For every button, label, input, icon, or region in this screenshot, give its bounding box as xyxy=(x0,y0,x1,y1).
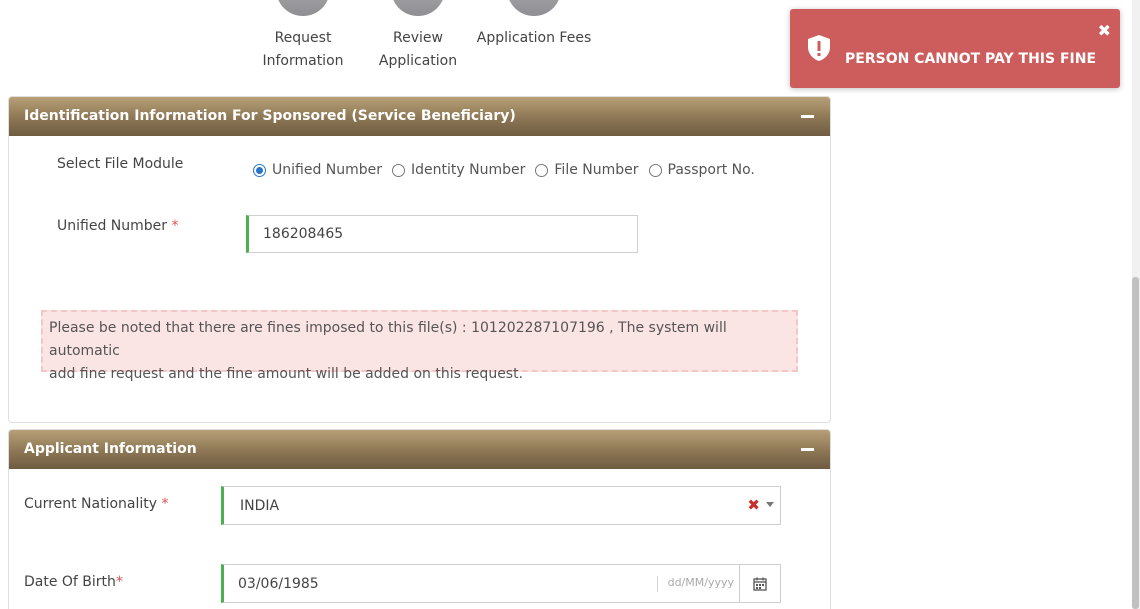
dob-label-text: Date Of Birth xyxy=(24,574,116,590)
step-label-line1: Review xyxy=(393,30,443,46)
radio-passport-no[interactable] xyxy=(648,163,662,177)
notice-line2: add fine request and the fine amount wil… xyxy=(49,366,524,382)
unified-number-label-text: Unified Number xyxy=(57,218,168,234)
collapse-minus-icon[interactable] xyxy=(801,448,814,451)
close-icon[interactable]: ✖ xyxy=(1098,23,1111,39)
dob-placeholder: dd/MM/yyyy xyxy=(667,576,734,589)
panel-header: Identification Information For Sponsored… xyxy=(9,97,830,136)
radio-file-number[interactable] xyxy=(535,163,549,177)
step-label-line1: Application Fees xyxy=(476,30,592,46)
scrollbar-thumb[interactable] xyxy=(1132,277,1139,609)
notice-line1: Please be noted that there are fines imp… xyxy=(49,320,727,359)
dob-input[interactable]: 03/06/1985 dd/MM/yyyy xyxy=(221,564,781,603)
nationality-label: Current Nationality * xyxy=(24,496,169,512)
unified-number-value: 186208465 xyxy=(263,226,344,242)
error-toast: PERSON CANNOT PAY THIS FINE ✖ xyxy=(790,9,1120,88)
shield-exclamation-icon xyxy=(808,35,830,61)
dob-value: 03/06/1985 xyxy=(238,575,319,592)
step-circle-request xyxy=(276,0,330,16)
collapse-minus-icon[interactable] xyxy=(801,115,814,118)
step-circle-review xyxy=(391,0,445,16)
step-label-fees[interactable]: Application Fees xyxy=(469,27,599,50)
nationality-value: INDIA xyxy=(240,497,280,514)
required-asterisk: * xyxy=(171,218,179,234)
applicant-panel: Applicant Information Current Nationalit… xyxy=(8,429,831,609)
clear-x-icon[interactable]: ✖ xyxy=(747,496,760,514)
required-asterisk: * xyxy=(161,496,169,512)
radio-label-unified-number[interactable]: Unified Number xyxy=(272,162,382,178)
chevron-down-icon[interactable] xyxy=(766,502,774,507)
step-label-line2: Information xyxy=(262,53,344,69)
required-asterisk: * xyxy=(115,574,123,590)
calendar-button[interactable] xyxy=(739,565,780,602)
panel-title: Applicant Information xyxy=(24,441,197,457)
nationality-select[interactable]: INDIA ✖ xyxy=(221,486,781,525)
calendar-icon xyxy=(753,577,767,591)
panel-header: Applicant Information xyxy=(9,430,830,469)
step-label-review[interactable]: Review Application xyxy=(358,27,478,73)
sponsored-panel: Identification Information For Sponsored… xyxy=(8,96,831,423)
dob-label: Date Of Birth* xyxy=(24,574,123,590)
radio-label-identity-number[interactable]: Identity Number xyxy=(411,162,525,178)
file-module-radio-group: Unified Number Identity Number File Numb… xyxy=(253,162,765,178)
toast-message: PERSON CANNOT PAY THIS FINE xyxy=(845,51,1097,67)
dob-separator xyxy=(657,576,658,592)
radio-identity-number[interactable] xyxy=(392,163,406,177)
fines-notice: Please be noted that there are fines imp… xyxy=(41,310,798,382)
step-circle-fees xyxy=(507,0,561,16)
panel-title: Identification Information For Sponsored… xyxy=(24,108,516,124)
unified-number-input[interactable]: 186208465 xyxy=(246,215,638,253)
unified-number-label: Unified Number * xyxy=(57,218,178,234)
step-label-line2: Application xyxy=(378,53,458,69)
step-label-line1: Request xyxy=(274,30,332,46)
nationality-label-text: Current Nationality xyxy=(24,496,158,512)
radio-label-passport-no[interactable]: Passport No. xyxy=(668,162,755,178)
radio-label-file-number[interactable]: File Number xyxy=(554,162,638,178)
file-module-label: Select File Module xyxy=(57,156,184,172)
step-label-request[interactable]: Request Information xyxy=(243,27,363,73)
radio-unified-number[interactable] xyxy=(253,163,266,177)
